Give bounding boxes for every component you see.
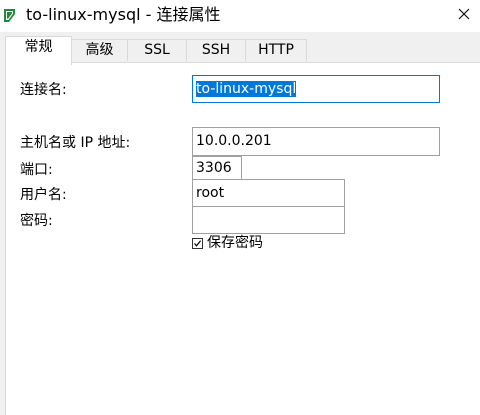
tab-advanced[interactable]: 高级 [71, 39, 128, 61]
tab-ssl[interactable]: SSL [127, 39, 187, 61]
checkmark-icon [194, 239, 202, 247]
tab-general[interactable]: 常规 [5, 36, 72, 65]
save-password-option[interactable]: 保存密码 [192, 235, 263, 251]
tab-http[interactable]: HTTP [245, 39, 307, 61]
save-password-label: 保存密码 [207, 235, 263, 251]
tab-bar: 常规 高级 SSL SSH HTTP [0, 33, 480, 65]
host-input[interactable]: 10.0.0.201 [192, 127, 440, 156]
window-title: to-linux-mysql - 连接属性 [26, 5, 221, 24]
connection-name-value: to-linux-mysql [196, 81, 297, 97]
close-button[interactable] [447, 0, 480, 28]
username-label: 用户名: [20, 187, 67, 203]
connection-name-input[interactable]: to-linux-mysql [192, 75, 440, 103]
save-password-checkbox[interactable] [192, 237, 203, 249]
password-input[interactable] [192, 206, 345, 234]
connection-name-label: 连接名: [20, 82, 67, 98]
port-input[interactable]: 3306 [192, 156, 242, 180]
navicat-app-icon [4, 9, 15, 22]
title-bar: to-linux-mysql - 连接属性 [0, 0, 480, 32]
close-icon [458, 8, 469, 20]
username-input[interactable]: root [192, 179, 345, 207]
tab-ssh[interactable]: SSH [186, 39, 246, 61]
port-label: 端口: [20, 162, 53, 178]
password-label: 密码: [20, 213, 53, 229]
host-label: 主机名或 IP 地址: [20, 135, 131, 151]
